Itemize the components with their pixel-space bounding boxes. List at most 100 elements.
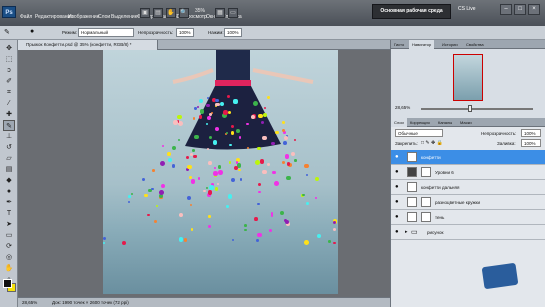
confetti-dot	[279, 210, 284, 215]
confetti-dot	[294, 159, 297, 162]
zoom-tool-icon[interactable]: 🔍	[179, 8, 189, 18]
dodge-icon[interactable]: ●	[3, 186, 15, 197]
layer-name[interactable]: тень	[435, 215, 444, 220]
crop-icon[interactable]: ⌗	[3, 87, 15, 98]
tab-layers[interactable]: Слои	[391, 118, 407, 127]
layer-name[interactable]: рисунок	[427, 230, 443, 235]
bridge-icon[interactable]: ▣	[140, 8, 150, 18]
3d-orbit-icon[interactable]: ◎	[3, 252, 15, 263]
left-arm	[172, 68, 214, 84]
blend-mode-select[interactable]: Обычные	[395, 129, 443, 137]
layer-row[interactable]: ● конфетти дальняя	[391, 180, 545, 195]
document-canvas[interactable]	[103, 50, 338, 294]
confetti-dot	[226, 204, 229, 208]
layer-thumbnail	[407, 182, 417, 192]
hand-icon[interactable]: ✋	[3, 263, 15, 274]
brush-icon[interactable]: ✎	[3, 120, 15, 131]
blur-icon[interactable]: ◆	[3, 175, 15, 186]
marquee-icon[interactable]: ⬚	[3, 54, 15, 65]
zoom-level[interactable]: 35%	[195, 8, 205, 14]
minimize-button[interactable]: –	[500, 4, 512, 15]
confetti-dot	[255, 239, 259, 243]
tab-channels[interactable]: Каналы	[435, 118, 455, 127]
cs-live-button[interactable]: CS Live	[458, 6, 476, 12]
quick-select-icon[interactable]: ✐	[3, 76, 15, 87]
workspace-switcher[interactable]: Основная рабочая среда	[372, 4, 451, 19]
maximize-button[interactable]: □	[514, 4, 526, 15]
layer-row[interactable]: ● ▸ ▭ рисунок	[391, 225, 545, 240]
navigator-zoom[interactable]: 28,65%	[395, 105, 410, 110]
menu-select[interactable]: Выделение	[111, 14, 138, 20]
screen-mode-icon[interactable]: ▭	[228, 8, 238, 18]
layer-opacity-field[interactable]: 100%	[521, 129, 541, 137]
shape-icon[interactable]: ▭	[3, 230, 15, 241]
confetti-dot	[196, 105, 199, 108]
tab-properties[interactable]: Свойства	[463, 40, 487, 49]
document-tab-bar: Прыжок Конфетти.psd @ 35% (конфетти, RGB…	[18, 40, 390, 50]
visibility-eye-icon[interactable]: ●	[395, 199, 401, 205]
layer-name[interactable]: конфетти	[421, 155, 441, 160]
confetti-dot	[231, 238, 234, 242]
eyedropper-icon[interactable]: ⁄	[3, 98, 15, 109]
confetti-dot	[259, 159, 264, 164]
menu-layers[interactable]: Слои	[98, 14, 110, 20]
canvas-area[interactable]	[18, 50, 390, 297]
layer-row[interactable]: ● тень	[391, 210, 545, 225]
pen-icon[interactable]: ✒	[3, 197, 15, 208]
navigator-thumbnail[interactable]	[453, 54, 483, 101]
layer-name[interactable]: Уровни 6	[435, 170, 454, 175]
tab-masks[interactable]: Маски	[457, 118, 475, 127]
history-brush-icon[interactable]: ↺	[3, 142, 15, 153]
lock-icons[interactable]: □ ✎ ✥ 🔒	[421, 139, 443, 148]
stamp-icon[interactable]: ⊥	[3, 131, 15, 142]
confetti-dot	[303, 239, 309, 245]
status-doc-info: Док: 1990 точек × 2600 точек (72 ppi)	[52, 300, 129, 305]
healing-icon[interactable]: ✚	[3, 109, 15, 120]
tab-navigator[interactable]: Навигатор	[409, 40, 435, 49]
gradient-icon[interactable]: ▤	[3, 164, 15, 175]
brush-size-icon[interactable]: ●	[30, 28, 34, 35]
confetti-dot	[263, 106, 266, 109]
type-icon[interactable]: T	[3, 208, 15, 219]
brush-preset-icon[interactable]: ✎	[4, 28, 10, 36]
fill-field[interactable]: 100%	[521, 139, 541, 147]
navigator-slider-handle[interactable]	[468, 105, 472, 112]
path-select-icon[interactable]: ➤	[3, 219, 15, 230]
tab-adjustments[interactable]: Коррекция	[407, 118, 433, 127]
confetti-dot	[262, 169, 267, 174]
layer-row[interactable]: ● Уровни 6	[391, 165, 545, 180]
lasso-icon[interactable]: ↄ	[3, 65, 15, 76]
menu-image[interactable]: Изображение	[68, 14, 100, 20]
layer-row[interactable]: ● разноцветные кружки	[391, 195, 545, 210]
close-button[interactable]: ×	[528, 4, 540, 15]
arrange-docs-icon[interactable]: ▦	[215, 8, 225, 18]
visibility-eye-icon[interactable]: ●	[395, 169, 401, 175]
menu-file[interactable]: Файл	[20, 14, 32, 20]
confetti-dot	[262, 135, 267, 141]
options-bar: ✎ ● Режим: Нормальный Непрозрачность: 10…	[0, 26, 545, 40]
visibility-eye-icon[interactable]: ●	[395, 154, 401, 160]
foreground-color-swatch[interactable]	[3, 279, 12, 288]
folder-expand-icon[interactable]: ▸	[405, 229, 408, 235]
status-zoom[interactable]: 28,65%	[22, 299, 37, 307]
opacity-field[interactable]: 100%	[176, 28, 194, 37]
eraser-icon[interactable]: ▱	[3, 153, 15, 164]
layer-row[interactable]: ● конфетти	[391, 150, 545, 165]
document-tab[interactable]: Прыжок Конфетти.psd @ 35% (конфетти, RGB…	[18, 40, 158, 50]
visibility-eye-icon[interactable]: ●	[395, 184, 401, 190]
3d-rotate-icon[interactable]: ⟳	[3, 241, 15, 252]
move-icon[interactable]: ✥	[3, 43, 15, 54]
tab-histogram[interactable]: Гисто	[391, 40, 407, 49]
tab-history[interactable]: Истории	[439, 40, 461, 49]
layer-name[interactable]: конфетти дальняя	[421, 185, 459, 190]
dress-bodice	[216, 50, 250, 84]
mode-select[interactable]: Нормальный	[78, 28, 134, 37]
confetti-dot	[187, 164, 192, 170]
layer-name[interactable]: разноцветные кружки	[435, 200, 480, 205]
hand-tool-icon[interactable]: ✋	[166, 8, 176, 18]
visibility-eye-icon[interactable]: ●	[395, 214, 401, 220]
navigator-zoom-slider[interactable]	[421, 108, 533, 110]
minibridge-icon[interactable]: ▤	[153, 8, 163, 18]
pressure-field[interactable]: 100%	[224, 28, 242, 37]
visibility-eye-icon[interactable]: ●	[395, 229, 401, 235]
